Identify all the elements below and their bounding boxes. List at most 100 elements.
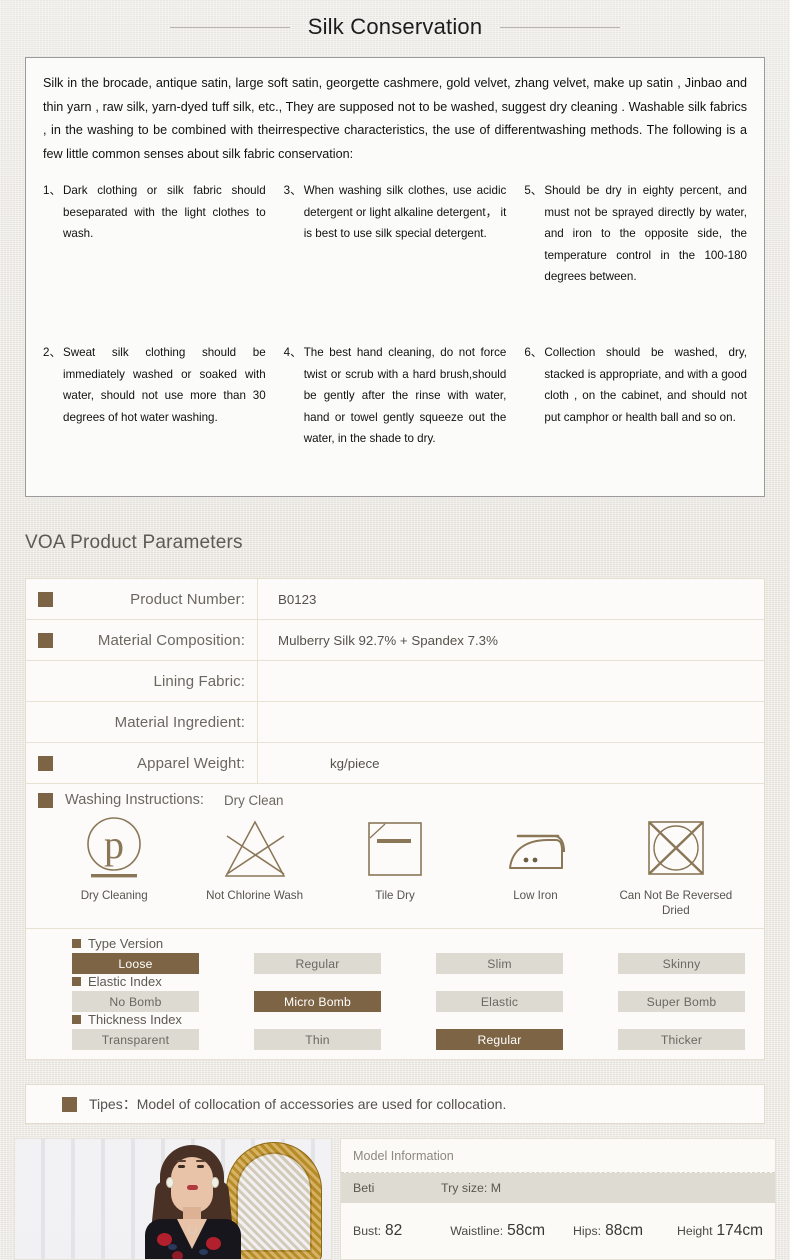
param-label: Apparel Weight: — [137, 754, 245, 772]
washing-icon-cell: Tile Dry — [325, 814, 465, 903]
washing-icon-cell: p Dry Cleaning — [44, 814, 184, 903]
index-name: Elastic Index — [88, 974, 162, 989]
washing-instructions-row: Washing Instructions: Dry Clean p Dry Cl… — [26, 784, 764, 929]
bullet-square-icon — [62, 1096, 77, 1112]
model-measurements-row: Bust: 82 Waistline: 58cm Hips: 88cm Heig… — [341, 1203, 775, 1259]
param-label: Material Ingredient: — [114, 713, 245, 731]
washing-icon-cell: Low Iron — [465, 814, 605, 903]
tip-text: The best hand cleaning, do not force twi… — [303, 346, 507, 445]
option-chip-skinny[interactable]: Skinny — [618, 953, 745, 974]
tip-number: 4、 — [283, 346, 302, 359]
dress-leaf — [168, 1244, 177, 1250]
option-chip-slim[interactable]: Slim — [436, 953, 563, 974]
conservation-tips-row-1: 1、 Dark clothing or silk fabric should b… — [43, 180, 747, 328]
index-name: Thickness Index — [88, 1012, 182, 1027]
option-chip-loose[interactable]: Loose — [72, 953, 199, 974]
index-group-type-version: Type Version Loose Regular Slim Skinny — [26, 936, 764, 974]
tile-dry-icon — [325, 814, 465, 884]
param-key: Material Ingredient: — [26, 702, 258, 742]
index-options-block: Type Version Loose Regular Slim Skinny E… — [26, 929, 764, 1060]
conservation-tip: 5、 Should be dry in eighty percent, and … — [524, 180, 747, 298]
option-chip-thin[interactable]: Thin — [254, 1029, 381, 1050]
bullet-square-icon — [38, 632, 53, 648]
param-row-lining-fabric: Lining Fabric: — [26, 661, 764, 702]
conservation-tip: 3、 When washing silk clothes, use acidic… — [284, 180, 507, 298]
model-figure — [133, 1141, 251, 1259]
dress-flower — [172, 1251, 183, 1259]
eye-left — [178, 1165, 185, 1168]
eyebrow-left — [177, 1160, 186, 1162]
stat-value: 174cm — [716, 1222, 764, 1239]
index-header: Type Version — [26, 936, 764, 951]
option-chip-transparent[interactable]: Transparent — [72, 1029, 199, 1050]
eyebrow-right — [196, 1160, 205, 1162]
v-neckline — [177, 1219, 207, 1249]
bullet-square-icon — [38, 591, 53, 607]
washing-instructions-label: Washing Instructions: — [65, 792, 204, 808]
index-group-elastic-index: Elastic Index No Bomb Micro Bomb Elastic… — [26, 974, 764, 1012]
stat-value: 82 — [385, 1222, 403, 1239]
icon-label: Tile Dry — [375, 889, 415, 902]
not-chlorine-wash-icon — [184, 814, 324, 884]
option-chip-regular[interactable]: Regular — [254, 953, 381, 974]
model-photo — [14, 1138, 332, 1260]
dress-flower — [206, 1237, 221, 1250]
stat-label: Bust: — [353, 1224, 382, 1238]
param-label: Product Number: — [130, 590, 245, 608]
icon-label: Low Iron — [513, 889, 558, 902]
index-option-row: No Bomb Micro Bomb Elastic Super Bomb — [26, 991, 764, 1012]
tip-number: 3、 — [283, 184, 302, 197]
param-key: Product Number: — [26, 579, 258, 619]
conservation-tip: 2、 Sweat silk clothing should be immedia… — [43, 342, 266, 472]
conservation-tip: 6、 Collection should be washed, dry, sta… — [524, 342, 747, 472]
conservation-panel: Silk in the brocade, antique satin, larg… — [25, 57, 765, 497]
index-option-row: Loose Regular Slim Skinny — [26, 953, 764, 974]
option-chip-thicker[interactable]: Thicker — [618, 1029, 745, 1050]
option-chip-super-bomb[interactable]: Super Bomb — [618, 991, 745, 1012]
dress-leaf — [199, 1249, 208, 1255]
stat-value: 58cm — [507, 1222, 546, 1239]
conservation-tips-row-2: 2、 Sweat silk clothing should be immedia… — [43, 342, 747, 472]
model-stat-height: Height 174cm — [677, 1222, 763, 1240]
icon-label: Can Not Be Reversed Dried — [619, 889, 733, 917]
dress-flower — [157, 1233, 172, 1246]
model-section: Model Information Beti Try size: M Bust:… — [14, 1138, 776, 1260]
conservation-intro: Silk in the brocade, antique satin, larg… — [43, 76, 747, 161]
param-value: B0123 — [278, 591, 317, 607]
tip-text: Should be dry in eighty percent, and mus… — [544, 184, 747, 283]
option-chip-no-bomb[interactable]: No Bomb — [72, 991, 199, 1012]
bullet-square-icon — [38, 792, 53, 808]
index-name: Type Version — [88, 936, 164, 951]
index-header: Thickness Index — [26, 1012, 764, 1027]
tip-number: 1、 — [43, 184, 62, 197]
param-value — [258, 661, 764, 701]
washing-icons-group: p Dry Cleaning Not Chlorine Wash Tile Dr… — [26, 808, 764, 918]
stat-value: 88cm — [605, 1222, 643, 1239]
tipes-row: Tipes：Model of collocation of accessorie… — [25, 1084, 765, 1124]
stat-label: Hips: — [573, 1224, 602, 1238]
product-parameters-table: Product Number: B0123 Material Compositi… — [25, 578, 765, 1060]
tip-text: Sweat silk clothing should be immediatel… — [63, 346, 266, 424]
param-label: Material Composition: — [97, 631, 245, 649]
option-chip-elastic[interactable]: Elastic — [436, 991, 563, 1012]
model-information-title: Model Information — [353, 1149, 454, 1163]
param-key: Apparel Weight: — [26, 743, 258, 783]
index-header: Elastic Index — [26, 974, 764, 989]
conservation-tip: 1、 Dark clothing or silk fabric should b… — [43, 180, 266, 298]
param-value: Mulberry Silk 92.7% + Spandex 7.3% — [278, 632, 498, 648]
lips — [187, 1185, 198, 1190]
option-chip-regular-thickness[interactable]: Regular — [436, 1029, 563, 1050]
option-chip-micro-bomb[interactable]: Micro Bomb — [254, 991, 381, 1012]
model-stat-hips: Hips: 88cm — [573, 1222, 643, 1240]
model-try-size: Try size: M — [441, 1181, 502, 1195]
model-information-panel: Model Information Beti Try size: M Bust:… — [340, 1138, 776, 1260]
necklace — [188, 1225, 197, 1234]
washing-instructions-value: Dry Clean — [223, 792, 284, 808]
eye-right — [197, 1165, 204, 1168]
param-row-product-number: Product Number: B0123 — [26, 579, 764, 620]
product-detail-page: Silk Conservation Silk in the brocade, a… — [0, 0, 790, 1260]
parameters-section-title: VOA Product Parameters — [25, 532, 243, 553]
bullet-square-icon — [38, 755, 53, 771]
no-tumble-dry-icon — [606, 814, 746, 884]
bullet-square-small-icon — [72, 939, 81, 948]
